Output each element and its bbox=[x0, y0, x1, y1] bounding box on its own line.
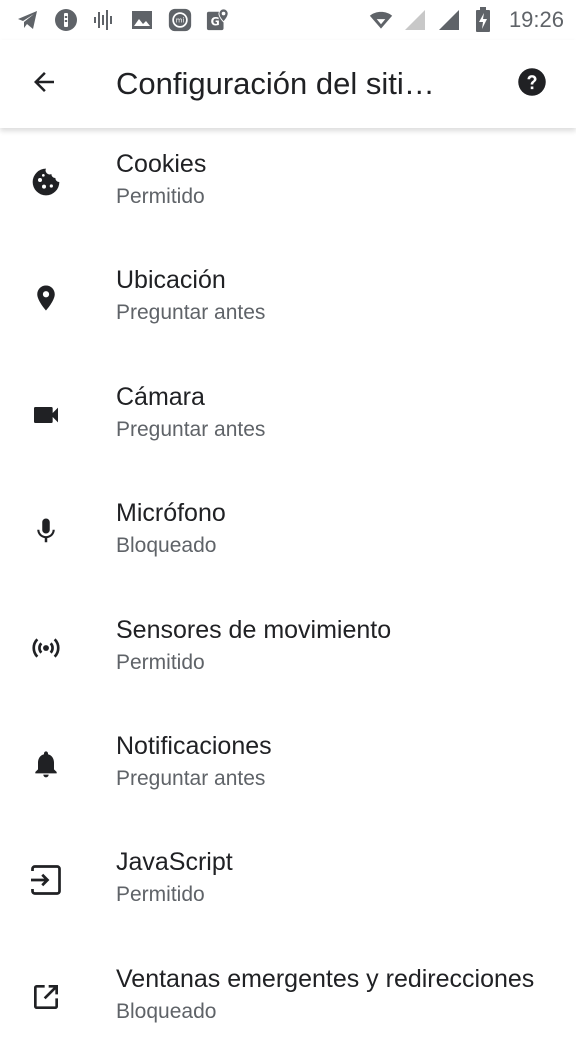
setting-row-notifications[interactable]: Notificaciones Preguntar antes bbox=[0, 710, 576, 826]
setting-row-microphone[interactable]: Micrófono Bloqueado bbox=[0, 477, 576, 593]
signal-weak-icon bbox=[403, 8, 427, 32]
system-icons: 19:26 bbox=[369, 7, 564, 33]
setting-row-cookies[interactable]: Cookies Permitido bbox=[0, 128, 576, 244]
arrow-back-icon bbox=[29, 67, 59, 102]
setting-title: Notificaciones bbox=[116, 731, 272, 760]
camera-icon bbox=[26, 395, 66, 435]
setting-title: Cámara bbox=[116, 382, 205, 411]
svg-text:mi: mi bbox=[176, 17, 185, 25]
setting-status: Permitido bbox=[116, 883, 205, 907]
setting-title: Ubicación bbox=[116, 266, 226, 295]
back-button[interactable] bbox=[20, 60, 68, 108]
help-button[interactable] bbox=[510, 62, 554, 106]
setting-row-javascript[interactable]: JavaScript Permitido bbox=[0, 826, 576, 942]
shield-badge-icon bbox=[54, 8, 78, 32]
setting-status: Preguntar antes bbox=[116, 766, 266, 790]
notification-icons: mi G bbox=[16, 8, 230, 32]
motion-sensor-icon bbox=[26, 628, 66, 668]
setting-status: Permitido bbox=[116, 185, 205, 208]
setting-title: Sensores de movimiento bbox=[116, 615, 392, 644]
setting-status: Bloqueado bbox=[116, 999, 217, 1023]
telegram-icon bbox=[16, 8, 40, 32]
setting-status: Preguntar antes bbox=[116, 301, 266, 325]
setting-title: Cookies bbox=[116, 150, 207, 178]
status-bar: mi G 19:26 bbox=[0, 0, 576, 40]
setting-title: JavaScript bbox=[116, 848, 233, 877]
setting-title: Micrófono bbox=[116, 499, 226, 528]
setting-row-camera[interactable]: Cámara Preguntar antes bbox=[0, 361, 576, 477]
setting-title: Ventanas emergentes y redirecciones bbox=[116, 964, 535, 993]
image-icon bbox=[130, 8, 154, 32]
cookie-icon bbox=[26, 162, 66, 202]
bell-icon bbox=[26, 744, 66, 784]
help-icon bbox=[517, 67, 547, 102]
mi-icon: mi bbox=[168, 8, 192, 32]
app-bar: Configuración del siti… bbox=[0, 40, 576, 128]
microphone-icon bbox=[26, 511, 66, 551]
audio-wave-icon bbox=[92, 8, 116, 32]
setting-status: Preguntar antes bbox=[116, 417, 266, 441]
maps-icon: G bbox=[206, 8, 230, 32]
svg-text:G: G bbox=[211, 16, 220, 29]
setting-row-motion-sensors[interactable]: Sensores de movimiento Permitido bbox=[0, 594, 576, 710]
setting-status: Bloqueado bbox=[116, 534, 217, 558]
signal-icon bbox=[437, 8, 461, 32]
site-settings-list: Cookies Permitido Ubicación Preguntar an… bbox=[0, 128, 576, 1059]
javascript-icon bbox=[26, 860, 66, 900]
location-icon bbox=[26, 278, 66, 318]
popup-icon bbox=[26, 977, 66, 1017]
setting-row-popups[interactable]: Ventanas emergentes y redirecciones Bloq… bbox=[0, 943, 576, 1059]
wifi-icon bbox=[369, 8, 393, 32]
setting-row-location[interactable]: Ubicación Preguntar antes bbox=[0, 244, 576, 360]
setting-status: Permitido bbox=[116, 650, 205, 674]
page-title: Configuración del siti… bbox=[116, 66, 435, 101]
clock: 19:26 bbox=[508, 7, 564, 32]
battery-charging-icon bbox=[471, 7, 495, 32]
